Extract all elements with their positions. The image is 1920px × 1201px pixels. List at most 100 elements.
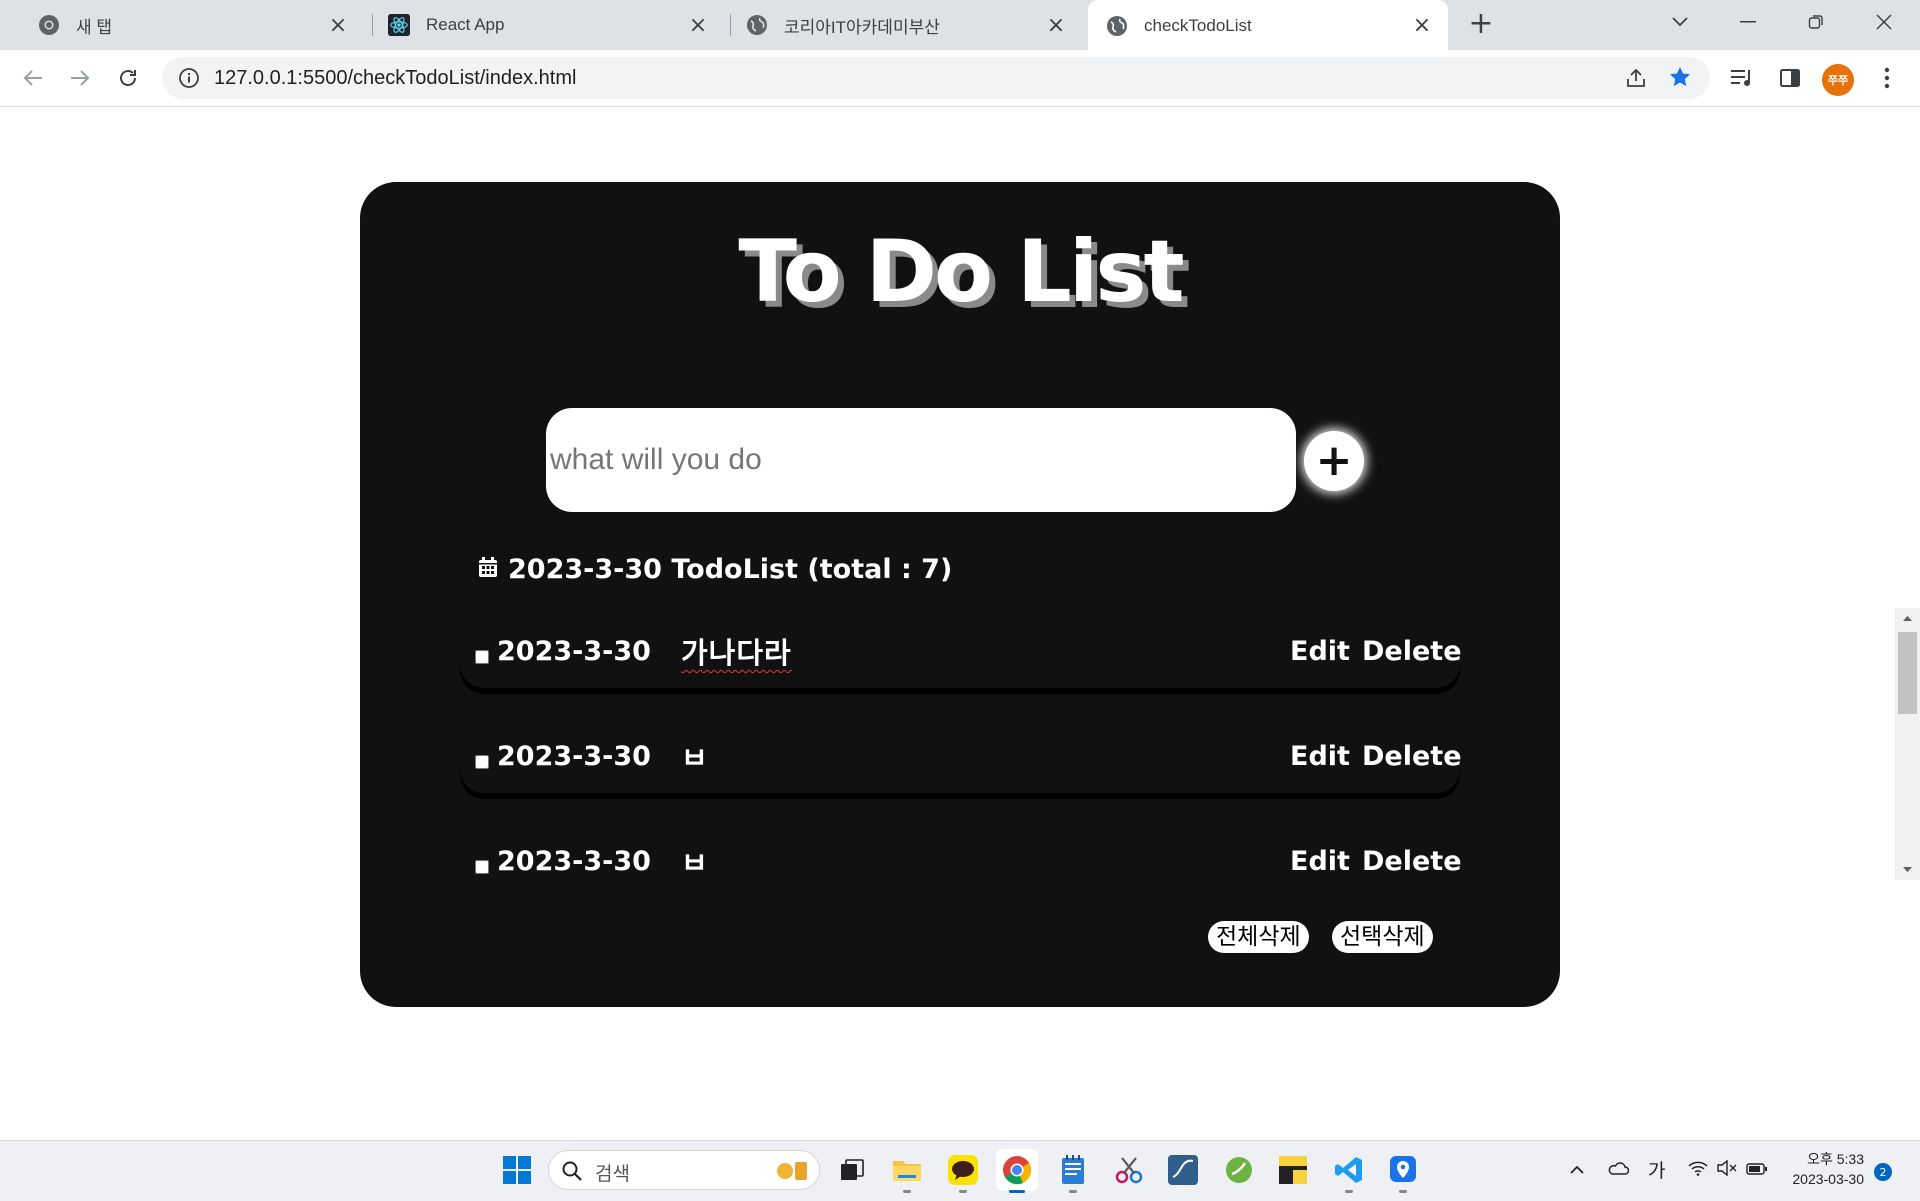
delete-button[interactable]: Delete [1362, 846, 1462, 877]
wifi-icon[interactable] [1688, 1159, 1708, 1181]
forward-arrow-icon[interactable] [63, 61, 97, 95]
media-control-icon[interactable] [1727, 63, 1757, 93]
new-tab-plus-icon[interactable]: + [1466, 9, 1496, 40]
list-scrollbar[interactable] [1895, 608, 1920, 880]
tab-koreait-academy[interactable]: 코리아IT아카데미부산 × [716, 0, 1082, 50]
notepad-icon[interactable] [1052, 1149, 1094, 1193]
close-icon[interactable]: × [1044, 13, 1068, 38]
todo-item: 2023-3-30 ㅂ Edit Delete [460, 818, 1462, 880]
snipping-tool-icon[interactable] [1108, 1149, 1150, 1191]
react-icon [388, 14, 410, 36]
browser-toolbar: 127.0.0.1:5500/checkTodoList/index.html … [0, 50, 1920, 107]
todo-checkbox[interactable] [475, 860, 489, 874]
running-indicator [903, 1190, 911, 1193]
address-bar[interactable]: 127.0.0.1:5500/checkTodoList/index.html [162, 57, 1710, 99]
notification-badge[interactable]: 2 [1874, 1163, 1892, 1181]
clock-date: 2023-03-30 [1792, 1171, 1864, 1187]
system-clock[interactable]: 오후 5:33 2023-03-30 [1768, 1149, 1864, 1189]
maps-pin-icon[interactable] [1382, 1149, 1424, 1193]
close-icon[interactable]: × [326, 13, 350, 38]
delete-button[interactable]: Delete [1362, 636, 1462, 667]
scroll-up-arrow-icon[interactable] [1895, 608, 1920, 628]
close-window-icon[interactable] [1856, 0, 1912, 44]
scroll-down-arrow-icon[interactable] [1895, 860, 1920, 880]
list-header-text: 2023-3-30 TodoList (total : 7) [508, 554, 953, 585]
tab-title: 새 탭 [76, 17, 113, 37]
delete-all-button[interactable]: 전체삭제 [1208, 921, 1309, 953]
todo-date: 2023-3-30 [497, 741, 651, 772]
file-explorer-icon[interactable] [886, 1149, 928, 1193]
tab-strip: 새 탭 × React App × 코리아IT아카데미부산 × checkTod… [0, 0, 1920, 52]
todo-card: To Do List + 2023-3-30 TodoList (total :… [360, 182, 1920, 1007]
running-indicator [959, 1190, 967, 1193]
page-title: To Do List [738, 222, 1184, 322]
sticky-notes-icon[interactable] [1272, 1149, 1314, 1191]
todo-checkbox[interactable] [475, 755, 489, 769]
running-indicator [1345, 1190, 1353, 1193]
tab-search-chevron-icon[interactable] [1652, 0, 1708, 44]
info-icon[interactable] [178, 67, 200, 89]
scrollbar-thumb[interactable] [1898, 632, 1917, 714]
start-windows-icon[interactable] [496, 1149, 538, 1191]
todo-input[interactable] [546, 408, 1296, 512]
windows-taskbar: 검색 가 오후 5:33 2023-03-30 2 [0, 1140, 1920, 1201]
kakaotalk-icon[interactable] [942, 1149, 984, 1193]
bookmark-star-icon[interactable] [1668, 65, 1692, 93]
tab-react-app[interactable]: React App × [358, 0, 724, 50]
clock-time: 오후 5:33 [1807, 1151, 1864, 1167]
chrome-taskbar-icon[interactable] [996, 1149, 1038, 1193]
add-todo-button[interactable]: + [1304, 431, 1364, 491]
close-icon[interactable]: × [686, 13, 710, 38]
battery-icon[interactable] [1746, 1159, 1768, 1181]
todo-date: 2023-3-30 [497, 846, 651, 877]
plus-icon: + [1315, 435, 1353, 486]
tab-check-todo-list[interactable]: checkTodoList × [1088, 0, 1448, 52]
menu-kebab-icon[interactable] [1872, 63, 1902, 93]
tab-title: 코리아IT아카데미부산 [784, 17, 940, 37]
todo-text: 가나다라 [681, 636, 792, 670]
taskbar-search[interactable]: 검색 [548, 1150, 820, 1190]
search-icon [561, 1160, 583, 1186]
todo-item: 2023-3-30 가나다라 Edit Delete [460, 608, 1462, 688]
todo-text: ㅂ [681, 741, 709, 775]
onedrive-cloud-icon[interactable] [1607, 1159, 1630, 1181]
back-arrow-icon[interactable] [16, 61, 50, 95]
edit-button[interactable]: Edit [1290, 741, 1350, 772]
tab-new-tab[interactable]: 새 탭 × [8, 0, 364, 50]
minimize-icon[interactable] [1720, 0, 1776, 44]
running-indicator [1399, 1190, 1407, 1193]
delete-button[interactable]: Delete [1362, 741, 1462, 772]
volume-muted-icon[interactable] [1716, 1159, 1738, 1181]
chrome-icon [38, 14, 60, 36]
globe-icon [1106, 15, 1128, 37]
vscode-icon[interactable] [1328, 1149, 1370, 1193]
side-panel-icon[interactable] [1775, 63, 1805, 93]
mysql-workbench-icon[interactable] [1162, 1149, 1204, 1191]
tab-title: React App [426, 15, 505, 34]
running-indicator [1009, 1190, 1025, 1193]
restore-icon[interactable] [1788, 0, 1844, 44]
edit-button[interactable]: Edit [1290, 636, 1350, 667]
todo-checkbox[interactable] [475, 650, 489, 664]
search-label: 검색 [595, 1163, 630, 1185]
todo-list[interactable]: 2023-3-30 가나다라 Edit Delete 2023-3-30 ㅂ E… [460, 608, 1560, 880]
share-icon[interactable] [1624, 66, 1648, 94]
close-icon[interactable]: × [1410, 13, 1434, 38]
spring-tool-suite-icon[interactable] [1218, 1149, 1260, 1191]
ime-indicator[interactable]: 가 [1648, 1156, 1665, 1183]
todo-text: ㅂ [681, 846, 709, 880]
url-text: 127.0.0.1:5500/checkTodoList/index.html [214, 67, 577, 89]
calendar-icon [478, 554, 498, 585]
tab-title: checkTodoList [1144, 16, 1252, 35]
task-view-icon[interactable] [831, 1149, 873, 1191]
profile-avatar[interactable]: 쭈쭈 [1822, 64, 1854, 96]
reload-icon[interactable] [111, 61, 145, 95]
globe-icon [746, 14, 768, 36]
edit-button[interactable]: Edit [1290, 846, 1350, 877]
todo-item: 2023-3-30 ㅂ Edit Delete [460, 713, 1462, 793]
delete-selected-button[interactable]: 선택삭제 [1332, 921, 1433, 953]
search-highlight-icon [775, 1159, 809, 1187]
list-header: 2023-3-30 TodoList (total : 7) [478, 554, 952, 585]
running-indicator [1069, 1190, 1077, 1193]
tray-chevron-up-icon[interactable] [1569, 1159, 1585, 1181]
